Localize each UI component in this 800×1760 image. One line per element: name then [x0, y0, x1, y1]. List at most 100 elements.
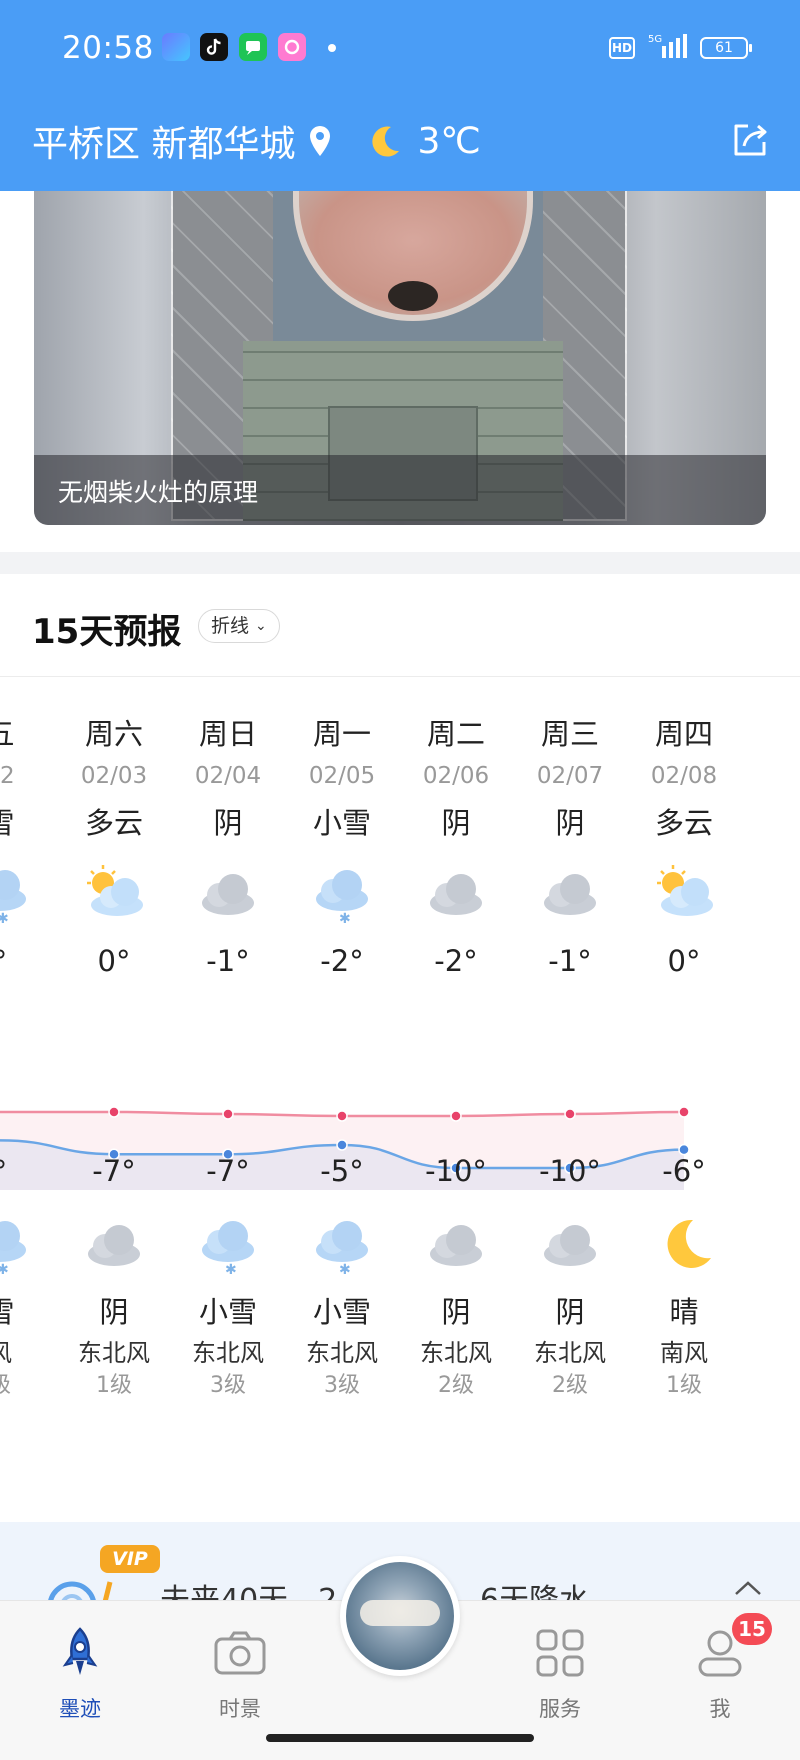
day-high-temp: 0°	[667, 944, 701, 978]
stove-hole	[388, 281, 438, 311]
night-low-temp: -7°	[92, 1154, 136, 1188]
snow-cloud-icon: ✱	[0, 861, 33, 927]
forecast-day-column[interactable]: 周二 02/06 阴 -2°	[392, 712, 520, 981]
nav-label-shijing: 时景	[219, 1697, 261, 1721]
message-app-icon	[239, 33, 267, 61]
day-weather: 阴	[441, 806, 471, 840]
camera-icon	[214, 1631, 266, 1675]
nav-item-services[interactable]: 服务	[500, 1625, 620, 1723]
day-weekday: 周四	[654, 717, 713, 751]
rocket-icon	[62, 1627, 98, 1675]
app-notification-icon	[162, 33, 190, 61]
share-icon[interactable]	[728, 118, 772, 162]
forecast-day-column[interactable]: 周四 02/08 多云 0°	[620, 712, 748, 981]
nav-label-services: 服务	[539, 1697, 581, 1721]
night-low-temp: -7°	[206, 1154, 250, 1188]
location-name[interactable]: 平桥区 新都华城	[32, 115, 295, 167]
video-caption: 无烟柴火灶的原理	[58, 478, 259, 507]
night-weather: 小雪	[312, 1295, 371, 1329]
forecast-night-column[interactable]: -10° 阴东北风 2级	[392, 1150, 520, 1402]
cloud-icon	[195, 861, 261, 927]
forecast-divider	[0, 676, 800, 677]
wind-level: 1级	[96, 1373, 132, 1398]
vip-badge: VIP	[100, 1545, 160, 1573]
forecast-night-column[interactable]: -10° 阴东北风 2级	[506, 1150, 634, 1402]
day-date: 02/03	[80, 763, 148, 789]
cloud-icon	[423, 861, 489, 927]
day-high-temp: -2°	[320, 944, 364, 978]
day-weather: 阴	[213, 806, 243, 840]
day-high-temp: -2°	[434, 944, 478, 978]
night-weather: 晴	[669, 1295, 699, 1329]
forecast-night-column[interactable]: -6° 晴南风 1级	[620, 1150, 748, 1402]
home-indicator[interactable]	[266, 1734, 534, 1742]
status-time: 20:58	[62, 30, 154, 66]
forecast-night-column[interactable]: -5° ✱ 小雪 东北风 3级	[278, 1150, 406, 1402]
day-date: 02/05	[308, 763, 376, 789]
forecast-title: 15天预报	[32, 612, 182, 652]
night-weather: 阴	[441, 1295, 471, 1329]
forecast-day-column[interactable]: 周一 02/05 小雪 ✱ -2°	[278, 712, 406, 981]
high-temp-point	[336, 1110, 348, 1122]
center-live-weather-button[interactable]	[340, 1556, 460, 1676]
wind-direction: 东北风	[534, 1339, 606, 1367]
chart-mode-dropdown[interactable]: 折线 ⌄	[198, 609, 280, 643]
day-high-temp: -1°	[206, 944, 250, 978]
night-low-temp: -5°	[320, 1154, 364, 1188]
snow-cloud-icon: ✱	[309, 1212, 375, 1278]
day-high-temp: -1°	[548, 944, 592, 978]
day-weather: 小雪	[312, 806, 371, 840]
night-weather: 阴	[555, 1295, 585, 1329]
wind-level: 3级	[210, 1373, 246, 1398]
sun-cloud-icon	[81, 861, 147, 927]
location-row[interactable]: 平桥区 新都华城 3℃	[32, 116, 481, 166]
wind-direction: 南风	[660, 1339, 708, 1367]
low-temp-point	[336, 1139, 348, 1151]
day-weekday: 周一	[312, 717, 371, 751]
nav-item-moji[interactable]: 墨迹	[20, 1625, 140, 1723]
svg-text:✱: ✱	[0, 1262, 9, 1278]
day-date: 02/04	[194, 763, 262, 789]
location-pin-icon	[310, 126, 331, 156]
forecast-day-column[interactable]: 周六 02/03 多云 0°	[50, 712, 178, 981]
svg-text:✱: ✱	[225, 1262, 237, 1278]
wind-direction: 东北风	[192, 1339, 264, 1367]
forecast-day-column[interactable]: 周三 02/07 阴 -1°	[506, 712, 634, 981]
high-temp-point	[564, 1108, 576, 1120]
app-header: 20:58 HD 5G 61 平桥区 新都华城 3℃	[0, 0, 800, 191]
chevron-up-icon[interactable]	[732, 1578, 764, 1598]
day-weather: 多云	[654, 806, 713, 840]
nav-label-moji: 墨迹	[59, 1697, 101, 1721]
svg-text:✱: ✱	[339, 1262, 351, 1278]
current-temperature: 3℃	[417, 120, 481, 162]
more-notifications-dot	[328, 44, 336, 52]
forecast-night-column[interactable]: -7° ✱ 小雪 东北风 3级	[164, 1150, 292, 1402]
cloud-icon	[423, 1212, 489, 1278]
tiktok-icon	[200, 33, 228, 61]
day-date: 02/07	[536, 763, 604, 789]
forecast-night-column[interactable]: -7° 阴东北风 1级	[50, 1150, 178, 1402]
day-weekday: 周日	[198, 717, 257, 751]
day-weather: 多云	[84, 806, 143, 840]
day-high-temp: 0°	[97, 944, 131, 978]
nav-item-shijing[interactable]: 时景	[180, 1625, 300, 1723]
notification-badge: 15	[732, 1613, 772, 1645]
svg-text:✱: ✱	[339, 911, 351, 927]
day-date: 02/06	[422, 763, 490, 789]
nav-label-me: 我	[709, 1697, 731, 1721]
wind-level: 2级	[438, 1373, 474, 1398]
forecast-day-column[interactable]: 周日 02/04 阴 -1°	[164, 712, 292, 981]
day-weekday: 周二	[426, 717, 485, 751]
wind-level: 3级	[324, 1373, 360, 1398]
high-temp-point	[450, 1110, 462, 1122]
night-weather: 阴	[99, 1295, 129, 1329]
high-temp-point	[678, 1106, 690, 1118]
cloud-icon	[81, 1212, 147, 1278]
hd-icon: HD	[609, 37, 635, 59]
video-card[interactable]: 无烟柴火灶的原理	[34, 191, 766, 525]
signal-icon: 5G	[648, 34, 687, 58]
cloud-icon	[537, 861, 603, 927]
camera-app-icon	[278, 33, 306, 61]
chevron-down-icon: ⌄	[255, 618, 267, 634]
wind-direction: 东北风	[420, 1339, 492, 1367]
